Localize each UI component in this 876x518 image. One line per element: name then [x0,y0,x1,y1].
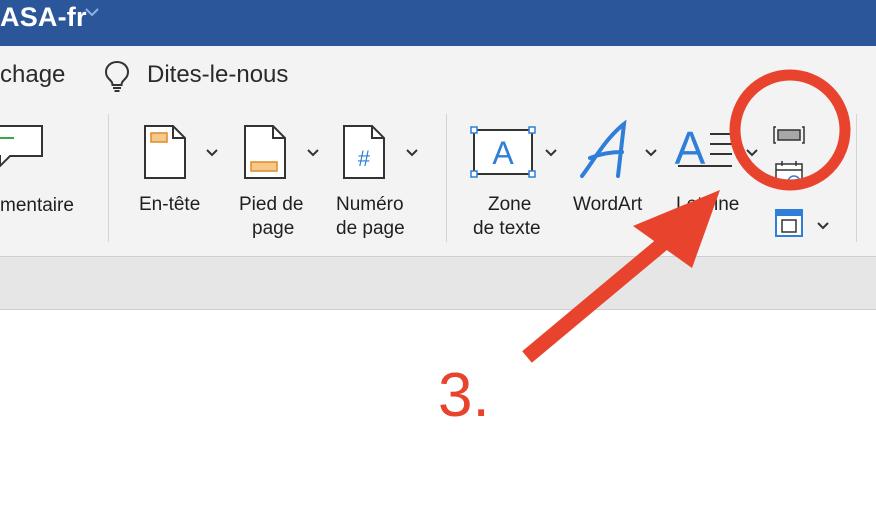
page-number-dropdown-chevron-icon[interactable] [405,148,419,158]
page-number-button-label-line2[interactable]: de page [336,217,405,241]
ribbon-insert-panel: mentaire En-tête Pied de page # Numéro d… [0,106,876,256]
comment-icon[interactable] [0,124,46,168]
wordart-dropdown-chevron-icon[interactable] [644,148,658,158]
tell-me-search[interactable]: Dites-le-nous [147,61,288,89]
ruler-strip [0,256,876,310]
title-bar: ASA-fr [0,0,876,46]
footer-dropdown-chevron-icon[interactable] [306,148,320,158]
group-separator [856,114,857,242]
header-dropdown-chevron-icon[interactable] [205,148,219,158]
group-separator [446,114,447,242]
group-separator [108,114,109,242]
field-icon[interactable] [772,124,806,146]
step-number-annotation: 3. [438,361,490,430]
object-icon[interactable] [772,206,806,240]
text-box-dropdown-chevron-icon[interactable] [544,148,558,158]
footer-icon[interactable] [243,124,287,180]
page-number-glyph: # [358,146,371,171]
drop-cap-icon[interactable]: A [674,122,736,178]
footer-button-label-line1[interactable]: Pied de [239,193,303,217]
tab-affichage[interactable]: chage [0,61,65,89]
footer-button-label-line2[interactable]: page [252,217,294,241]
document-title[interactable]: ASA-fr [0,2,87,33]
page-number-button-label-line1[interactable]: Numéro [336,193,404,217]
lightbulb-icon[interactable] [104,60,130,92]
wordart-icon[interactable] [576,120,632,184]
header-icon[interactable] [143,124,187,180]
comment-button-label[interactable]: mentaire [0,194,74,218]
object-dropdown-chevron-icon[interactable] [816,221,830,231]
page-number-icon[interactable]: # [342,124,386,180]
header-button-label[interactable]: En-tête [139,193,200,217]
text-box-button-label-line2[interactable]: de texte [473,217,541,241]
wordart-button-label[interactable]: WordArt [573,193,642,217]
drop-cap-dropdown-chevron-icon[interactable] [745,148,759,158]
text-box-glyph: A [492,135,514,171]
chevron-down-icon[interactable] [84,5,100,19]
ribbon-tab-row: chage Dites-le-nous [0,46,876,106]
text-box-button-label-line1[interactable]: Zone [488,193,531,217]
date-time-icon[interactable] [772,158,806,190]
text-box-icon[interactable]: A [470,126,536,178]
drop-cap-button-label[interactable]: Lettrine [676,193,739,217]
